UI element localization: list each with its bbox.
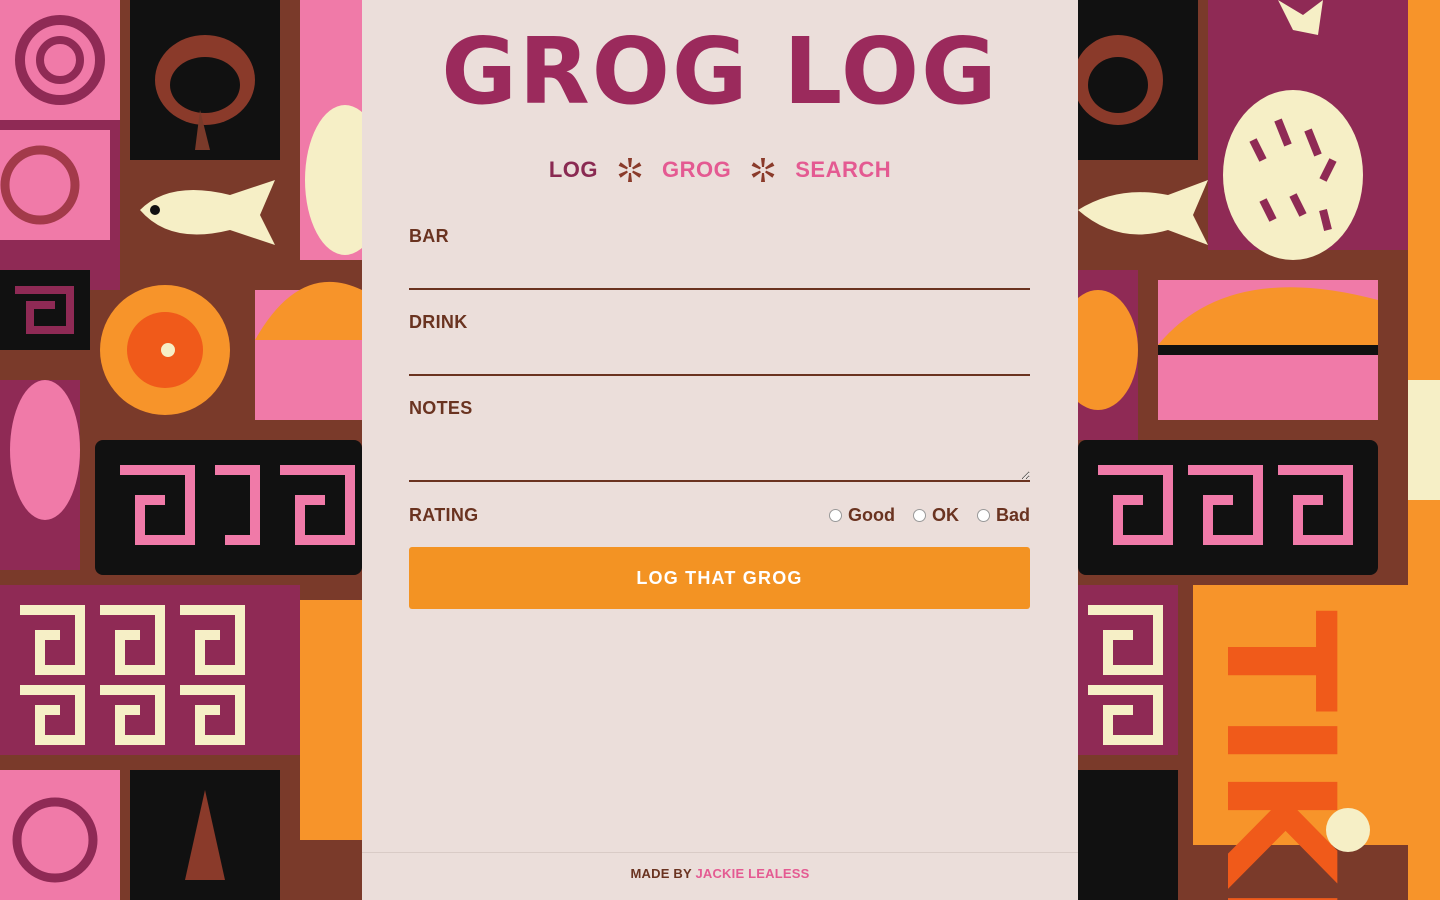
svg-text:TIKI: TIKI: [1192, 610, 1366, 900]
rating-option-ok[interactable]: OK: [912, 504, 959, 526]
tiki-pattern-right: TIKI: [1078, 0, 1440, 900]
main-panel: GROG LOG LOG GROG SEARCH BAR DRINK NOTES…: [362, 0, 1078, 900]
rating-option-good[interactable]: Good: [828, 504, 895, 526]
rating-row: RATING Good OK Bad: [409, 498, 1030, 532]
rating-options: Good OK Bad: [828, 504, 1030, 526]
asterisk-icon: [751, 158, 775, 182]
nav-grog[interactable]: GROG: [662, 157, 731, 183]
rating-label: RATING: [409, 505, 479, 525]
notes-label: NOTES: [409, 398, 473, 418]
log-that-grog-button[interactable]: LOG THAT GROG: [409, 547, 1030, 609]
footer: MADE BY JACKIE LEALESS: [362, 866, 1078, 881]
footer-divider: [362, 852, 1078, 853]
asterisk-icon: [618, 158, 642, 182]
rating-option-label: OK: [931, 504, 959, 525]
nav-search[interactable]: SEARCH: [795, 157, 891, 183]
main-nav: LOG GROG SEARCH: [362, 150, 1078, 190]
bar-label: BAR: [409, 226, 449, 246]
radio-button-good[interactable]: [828, 508, 842, 522]
radio-button-bad[interactable]: [976, 508, 990, 522]
tiki-pattern-left: [0, 0, 362, 900]
notes-textarea[interactable]: [409, 422, 1030, 482]
nav-log[interactable]: LOG: [549, 157, 598, 183]
author-link[interactable]: JACKIE LEALESS: [695, 866, 809, 881]
rating-option-bad[interactable]: Bad: [976, 504, 1030, 526]
log-form: BAR DRINK NOTES RATING Good OK Bad LOG T…: [409, 222, 1030, 609]
drink-label: DRINK: [409, 312, 468, 332]
rating-option-label: Bad: [995, 504, 1030, 525]
bar-input[interactable]: [409, 250, 1030, 290]
rating-option-label: Good: [847, 504, 895, 525]
drink-input[interactable]: [409, 336, 1030, 376]
footer-prefix: MADE BY: [630, 866, 696, 881]
app-logo[interactable]: GROG LOG: [362, 14, 1078, 129]
radio-button-ok[interactable]: [912, 508, 926, 522]
